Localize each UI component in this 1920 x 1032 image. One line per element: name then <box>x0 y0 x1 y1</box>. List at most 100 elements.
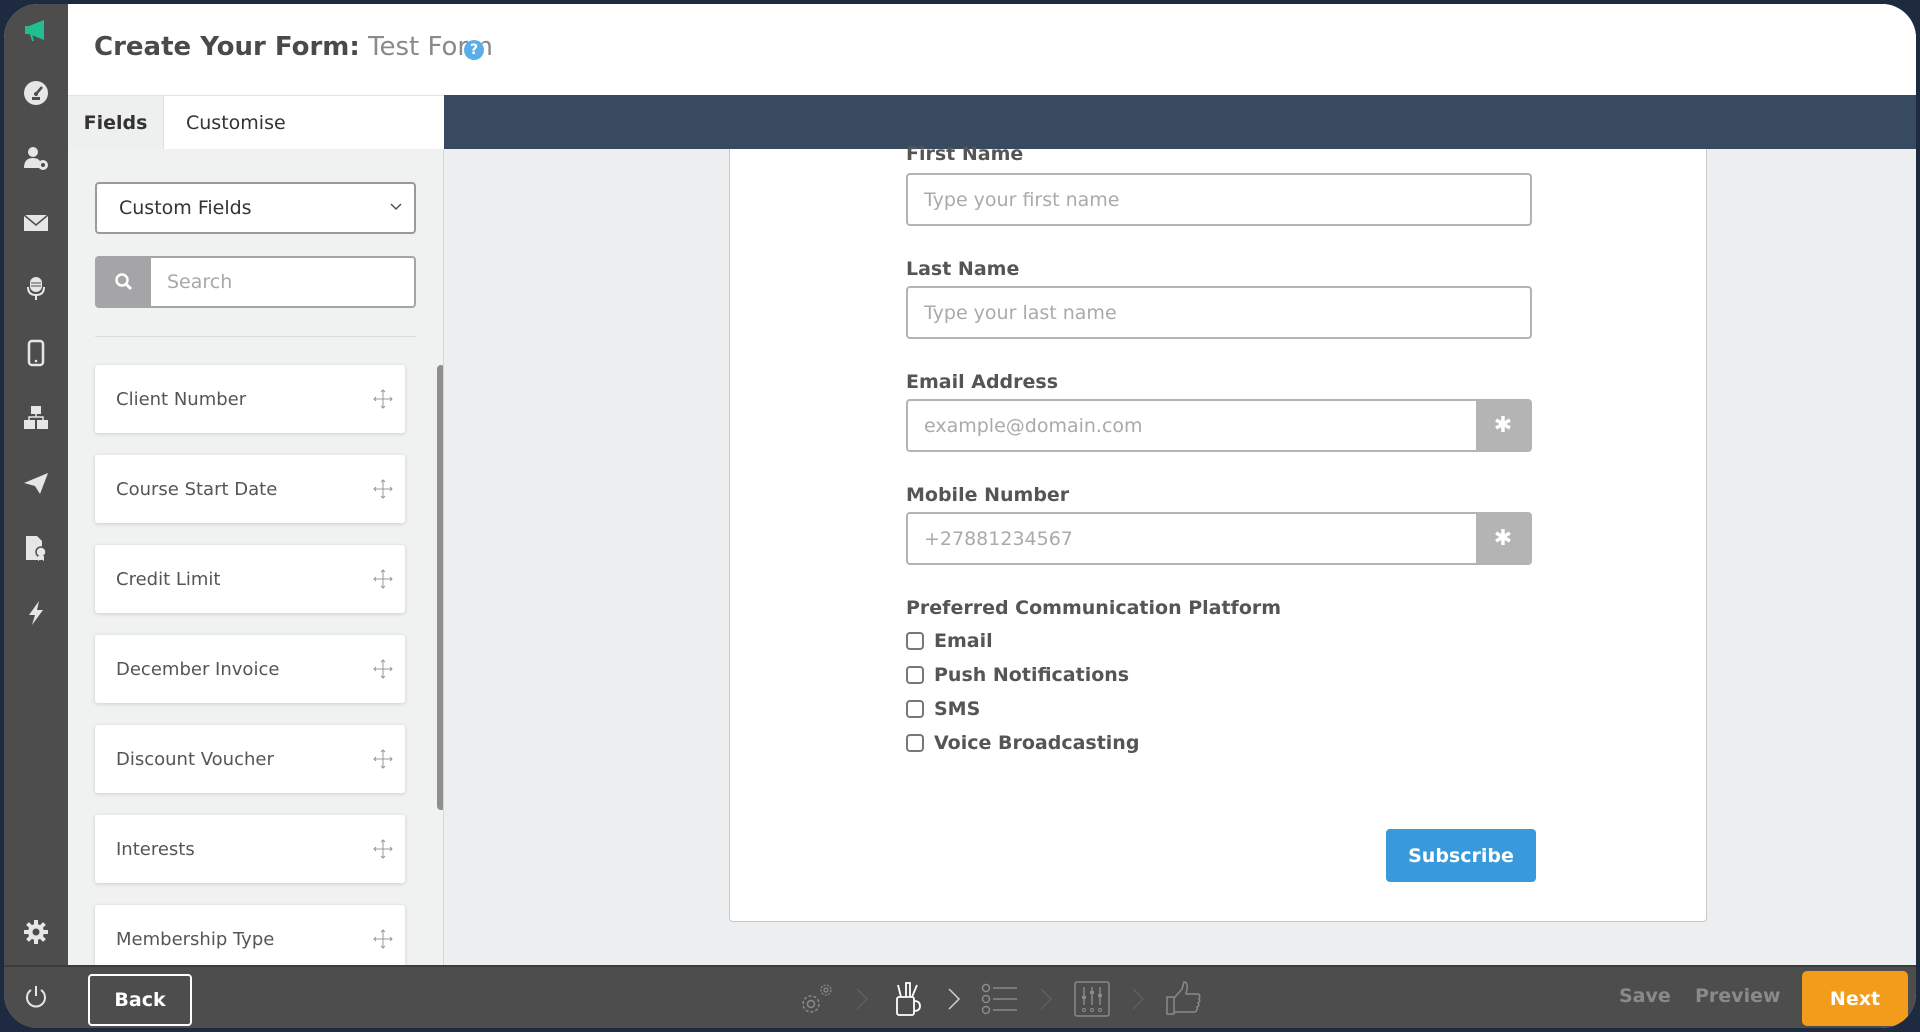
panel-divider <box>95 336 416 337</box>
search-input[interactable] <box>151 258 414 306</box>
move-icon[interactable] <box>373 839 393 859</box>
search-addon <box>97 258 151 306</box>
field-list-scrollbar[interactable] <box>437 365 443 965</box>
required-asterisk-icon: ✱ <box>1476 514 1530 563</box>
envelope-icon <box>23 214 49 231</box>
certificate-document-icon <box>26 536 47 561</box>
next-button[interactable]: Next <box>1802 971 1908 1026</box>
checkbox-label: SMS <box>934 698 981 720</box>
left-nav <box>4 4 68 1028</box>
last-name-label: Last Name <box>906 258 1020 280</box>
checkbox[interactable] <box>906 666 924 684</box>
page-header: Create Your Form: Test Form ? <box>68 4 1916 95</box>
email-input[interactable] <box>908 401 1468 450</box>
nav-structure[interactable] <box>4 398 68 438</box>
step-design[interactable] <box>886 977 930 1021</box>
nav-contacts[interactable] <box>4 138 68 178</box>
field-item-membership-type[interactable]: Membership Type <box>95 905 405 965</box>
move-icon[interactable] <box>373 569 393 589</box>
first-name-field <box>906 173 1532 226</box>
page-title: Create Your Form: Test Form <box>94 32 493 62</box>
field-item-client-number[interactable]: Client Number <box>95 365 405 433</box>
nav-campaigns[interactable] <box>4 10 68 50</box>
form-canvas: First Name Last Name Email Address ✱ Mob… <box>444 143 1916 965</box>
move-icon[interactable] <box>373 479 393 499</box>
lightning-icon <box>29 601 43 625</box>
nav-email[interactable] <box>4 203 68 243</box>
checkbox-label: Voice Broadcasting <box>934 732 1140 754</box>
field-item-december-invoice[interactable]: December Invoice <box>95 635 405 703</box>
mobile-field: ✱ <box>906 512 1532 565</box>
dashboard-gauge-icon <box>24 81 48 105</box>
field-item-label: Interests <box>116 838 195 860</box>
last-name-input[interactable] <box>908 288 1530 337</box>
field-item-label: Course Start Date <box>116 478 278 500</box>
power-icon[interactable] <box>22 983 50 1011</box>
step-customise[interactable] <box>1070 977 1114 1021</box>
chevron-right-icon <box>856 988 869 1010</box>
move-icon[interactable] <box>373 929 393 949</box>
checkbox[interactable] <box>906 632 924 650</box>
field-type-select-value: Custom Fields <box>119 197 252 219</box>
save-link[interactable]: Save <box>1619 985 1671 1007</box>
wizard-steps <box>794 975 1206 1023</box>
communication-platform-label: Preferred Communication Platform <box>906 597 1282 619</box>
design-tools-cup-icon <box>896 982 921 1016</box>
field-item-credit-limit[interactable]: Credit Limit <box>95 545 405 613</box>
tab-customise[interactable]: Customise <box>164 96 444 150</box>
chevron-right-icon <box>948 988 961 1010</box>
step-chevron <box>838 977 886 1021</box>
field-type-select[interactable]: Custom Fields <box>95 182 416 234</box>
field-item-label: December Invoice <box>116 658 280 680</box>
tab-fields[interactable]: Fields <box>68 96 164 150</box>
move-icon[interactable] <box>373 659 393 679</box>
checkbox-email[interactable]: Email <box>906 630 993 652</box>
chevron-right-icon <box>1040 988 1053 1010</box>
nav-mobile[interactable] <box>4 333 68 373</box>
step-finish[interactable] <box>1162 977 1206 1021</box>
move-icon[interactable] <box>373 749 393 769</box>
preview-link[interactable]: Preview <box>1695 985 1781 1007</box>
checkbox-label: Email <box>934 630 993 652</box>
nav-send[interactable] <box>4 463 68 503</box>
nav-settings[interactable] <box>4 912 68 952</box>
chevron-down-icon <box>390 203 402 211</box>
chevron-right-icon <box>1132 988 1145 1010</box>
checkbox-push-notifications[interactable]: Push Notifications <box>906 664 1129 686</box>
email-field: ✱ <box>906 399 1532 452</box>
list-icon <box>981 983 1017 1015</box>
nav-automation[interactable] <box>4 593 68 633</box>
nav-dashboard[interactable] <box>4 73 68 113</box>
move-icon[interactable] <box>373 389 393 409</box>
last-name-field <box>906 286 1532 339</box>
mobile-input[interactable] <box>908 514 1468 563</box>
nav-voice[interactable] <box>4 268 68 308</box>
field-item-interests[interactable]: Interests <box>95 815 405 883</box>
field-item-label: Client Number <box>116 388 247 410</box>
field-item-discount-voucher[interactable]: Discount Voucher <box>95 725 405 793</box>
help-icon[interactable]: ? <box>464 40 484 60</box>
title-prefix: Create Your Form: <box>94 32 360 62</box>
checkbox[interactable] <box>906 734 924 752</box>
app-window: Create Your Form: Test Form ? Fields Cus… <box>4 4 1916 1028</box>
subscribe-button[interactable]: Subscribe <box>1386 829 1536 882</box>
field-item-course-start-date[interactable]: Course Start Date <box>95 455 405 523</box>
checkbox-voice-broadcasting[interactable]: Voice Broadcasting <box>906 732 1139 754</box>
email-label: Email Address <box>906 371 1059 393</box>
field-item-label: Credit Limit <box>116 568 221 590</box>
nav-certificates[interactable] <box>4 528 68 568</box>
settings-gear-icon <box>24 920 48 944</box>
megaphone-icon <box>25 20 44 42</box>
field-item-label: Discount Voucher <box>116 748 274 770</box>
user-settings-icon <box>24 147 48 170</box>
mobile-phone-icon <box>27 339 45 367</box>
form-preview-card: First Name Last Name Email Address ✱ Mob… <box>729 143 1707 922</box>
scrollbar-thumb[interactable] <box>437 365 443 810</box>
back-button[interactable]: Back <box>88 974 192 1026</box>
checkbox-sms[interactable]: SMS <box>906 698 980 720</box>
sliders-panel-icon <box>1074 981 1110 1017</box>
first-name-input[interactable] <box>908 175 1530 224</box>
checkbox[interactable] <box>906 700 924 718</box>
step-settings[interactable] <box>794 977 838 1021</box>
step-list[interactable] <box>978 977 1022 1021</box>
